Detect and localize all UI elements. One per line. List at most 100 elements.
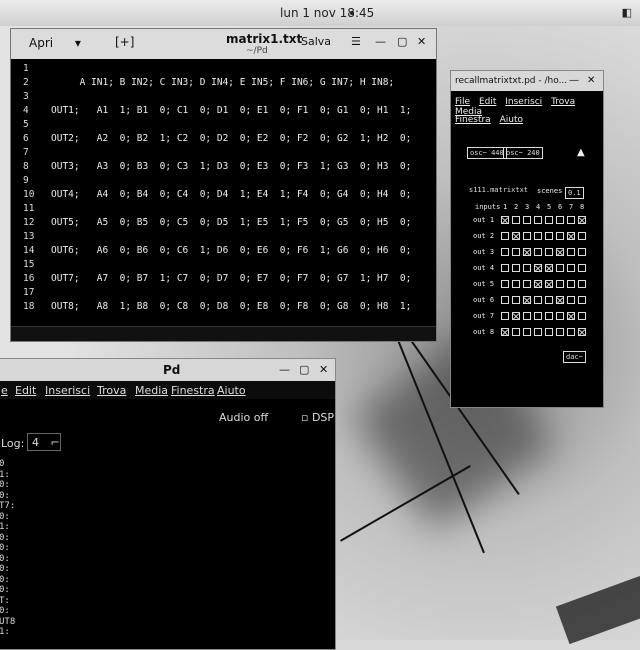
matrix-toggle[interactable] bbox=[512, 216, 520, 224]
matrix-toggle[interactable] bbox=[556, 280, 564, 288]
scenes-number-box[interactable]: 0.1 bbox=[565, 187, 584, 199]
close-icon[interactable]: ✕ bbox=[587, 75, 595, 86]
matrix-toggle[interactable] bbox=[556, 296, 564, 304]
matrix-toggle[interactable] bbox=[556, 232, 564, 240]
menu-aiuto[interactable]: Aiuto bbox=[500, 115, 523, 125]
matrix-toggle[interactable] bbox=[523, 296, 531, 304]
new-tab-icon[interactable]: [+] bbox=[115, 35, 134, 49]
matrix-toggle[interactable] bbox=[567, 280, 575, 288]
matrix-toggle[interactable] bbox=[545, 264, 553, 272]
menu-inserisci[interactable]: Inserisci bbox=[505, 97, 542, 107]
matrix-toggle[interactable] bbox=[501, 216, 509, 224]
menu-finestra[interactable]: Finestra bbox=[455, 115, 491, 125]
maximize-icon[interactable]: ▢ bbox=[299, 363, 309, 376]
minimize-icon[interactable]: — bbox=[375, 35, 386, 48]
matrix-toggle[interactable] bbox=[567, 264, 575, 272]
menu-icon[interactable]: ☰ bbox=[351, 35, 361, 48]
matrix-toggle[interactable] bbox=[512, 232, 520, 240]
menu-media[interactable]: Media bbox=[135, 384, 168, 397]
matrix-toggle[interactable] bbox=[512, 280, 520, 288]
matrix-toggle[interactable] bbox=[501, 232, 509, 240]
menu-aiuto[interactable]: Aiuto bbox=[217, 384, 246, 397]
matrix-toggle[interactable] bbox=[545, 312, 553, 320]
clock[interactable]: lun 1 nov 18:45 bbox=[280, 6, 374, 20]
pd-console[interactable]: 01:0:0:T7:0:1:0:0:0:0:0:0:T:0:UT81: bbox=[0, 459, 335, 649]
matrix-toggle[interactable] bbox=[556, 328, 564, 336]
log-level-select[interactable]: 4 ⌐ bbox=[27, 433, 61, 451]
matrix-toggle[interactable] bbox=[501, 264, 509, 272]
matrix-toggle[interactable] bbox=[578, 296, 586, 304]
matrix-toggle[interactable] bbox=[534, 232, 542, 240]
matrix-toggle[interactable] bbox=[567, 216, 575, 224]
matrix-toggle[interactable] bbox=[523, 328, 531, 336]
matrix-toggle[interactable] bbox=[578, 312, 586, 320]
matrix-toggle[interactable] bbox=[534, 216, 542, 224]
menu-inserisci[interactable]: Inserisci bbox=[45, 384, 90, 397]
matrix-toggle[interactable] bbox=[534, 248, 542, 256]
matrix-toggle[interactable] bbox=[534, 264, 542, 272]
matrix-toggle[interactable] bbox=[523, 312, 531, 320]
matrix-toggle[interactable] bbox=[512, 248, 520, 256]
matrix-toggle[interactable] bbox=[501, 280, 509, 288]
matrix-toggle[interactable] bbox=[578, 328, 586, 336]
menu-finestra[interactable]: Finestra bbox=[171, 384, 215, 397]
matrix-toggle[interactable] bbox=[534, 280, 542, 288]
matrix-toggle[interactable] bbox=[578, 280, 586, 288]
matrix-toggle[interactable] bbox=[556, 264, 564, 272]
menu-trova[interactable]: Trova bbox=[551, 97, 575, 107]
matrix-toggle[interactable] bbox=[567, 296, 575, 304]
menu-file[interactable]: e bbox=[1, 384, 8, 397]
matrix-toggle[interactable] bbox=[567, 248, 575, 256]
matrix-toggle[interactable] bbox=[545, 280, 553, 288]
dac-object[interactable]: dac~ bbox=[563, 351, 586, 363]
matrix-toggle[interactable] bbox=[501, 312, 509, 320]
menu-file[interactable]: File bbox=[455, 97, 470, 107]
menu-trova[interactable]: Trova bbox=[97, 384, 126, 397]
matrix-toggle[interactable] bbox=[534, 296, 542, 304]
matrix-toggle[interactable] bbox=[556, 216, 564, 224]
matrix-toggle[interactable] bbox=[545, 296, 553, 304]
matrix-toggle[interactable] bbox=[545, 248, 553, 256]
matrix-toggle[interactable] bbox=[578, 216, 586, 224]
matrix-toggle[interactable] bbox=[545, 216, 553, 224]
matrix-toggle[interactable] bbox=[567, 232, 575, 240]
matrix-toggle[interactable] bbox=[501, 328, 509, 336]
matrix-toggle[interactable] bbox=[567, 312, 575, 320]
matrix-toggle[interactable] bbox=[512, 312, 520, 320]
matrix-toggle[interactable] bbox=[545, 328, 553, 336]
matrix-toggle[interactable] bbox=[512, 296, 520, 304]
save-button[interactable]: Salva bbox=[301, 35, 331, 48]
matrix-toggle[interactable] bbox=[578, 248, 586, 256]
matrix-toggle[interactable] bbox=[512, 264, 520, 272]
matrix-toggle[interactable] bbox=[556, 312, 564, 320]
matrix-toggle[interactable] bbox=[523, 216, 531, 224]
open-button[interactable]: Apri ▾ bbox=[19, 33, 91, 53]
matrix-toggle[interactable] bbox=[523, 280, 531, 288]
matrix-toggle[interactable] bbox=[512, 328, 520, 336]
matrix-toggle[interactable] bbox=[545, 232, 553, 240]
matrix-toggle[interactable] bbox=[567, 328, 575, 336]
dsp-toggle[interactable]: ▫ DSP bbox=[301, 411, 334, 424]
matrix-toggle[interactable] bbox=[534, 312, 542, 320]
matrix-toggle[interactable] bbox=[501, 248, 509, 256]
close-icon[interactable]: ✕ bbox=[319, 363, 328, 376]
code-editor[interactable]: 12 A IN1; B IN2; C IN3; D IN4; E IN5; F … bbox=[11, 59, 436, 324]
matrix-toggle[interactable] bbox=[523, 264, 531, 272]
matrix-toggle[interactable] bbox=[534, 328, 542, 336]
system-tray-icon[interactable]: ◧ bbox=[622, 6, 632, 19]
osc-object-440[interactable]: osc~ 440 bbox=[467, 147, 507, 159]
menu-edit[interactable]: Edit bbox=[15, 384, 36, 397]
matrix-toggle[interactable] bbox=[556, 248, 564, 256]
matrix-toggle[interactable] bbox=[523, 248, 531, 256]
matrix-toggle[interactable] bbox=[523, 232, 531, 240]
maximize-icon[interactable]: ▢ bbox=[397, 35, 407, 48]
osc-object-240[interactable]: osc~ 240 bbox=[503, 147, 543, 159]
menu-edit[interactable]: Edit bbox=[479, 97, 496, 107]
close-icon[interactable]: ✕ bbox=[417, 35, 426, 48]
minimize-icon[interactable]: — bbox=[569, 75, 579, 86]
minimize-icon[interactable]: — bbox=[279, 363, 290, 376]
matrix-toggle[interactable] bbox=[501, 296, 509, 304]
matrix-toggle[interactable] bbox=[578, 232, 586, 240]
matrix-toggle[interactable] bbox=[578, 264, 586, 272]
matrix-object[interactable]: s111.matrixtxt bbox=[467, 185, 530, 195]
